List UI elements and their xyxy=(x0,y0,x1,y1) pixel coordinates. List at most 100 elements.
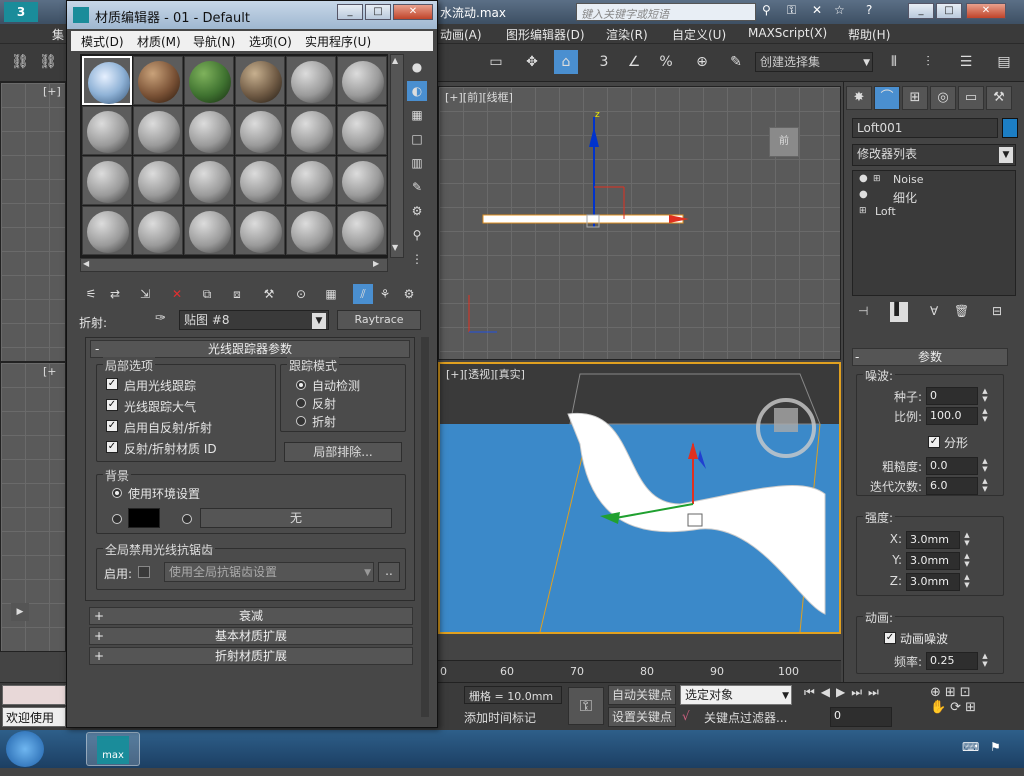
sample-slot[interactable] xyxy=(235,106,285,155)
map-bg-radio[interactable] xyxy=(182,514,192,524)
scale-spin-arrows[interactable]: ▲ ▼ xyxy=(980,407,990,425)
search-input[interactable]: 键入关键字或短语 xyxy=(576,3,756,21)
iterations-spinner[interactable]: 6.0 xyxy=(926,477,978,495)
sample-slot[interactable] xyxy=(82,56,132,105)
modifier-list-dropdown[interactable]: 修改器列表 ▼ xyxy=(852,144,1016,166)
sample-slot[interactable] xyxy=(133,106,183,155)
scroll-down-icon[interactable]: ▼ xyxy=(392,243,398,252)
modify-tab-icon[interactable]: ⌒ xyxy=(874,86,900,110)
named-selection-dropdown[interactable]: 创建选择集 ▼ xyxy=(755,52,873,72)
mated-menu-options[interactable]: 选项(O) xyxy=(249,33,292,50)
frequency-spin-arrows[interactable]: ▲ ▼ xyxy=(980,652,990,670)
play-icon[interactable]: ▶ xyxy=(11,603,29,621)
pin-stack-icon[interactable]: ⊣ xyxy=(858,304,868,318)
background-color-swatch[interactable] xyxy=(128,508,160,528)
x-spinner[interactable]: 3.0mm xyxy=(906,531,960,549)
stack-item-loft[interactable]: ⊞ Loft xyxy=(857,205,1013,221)
params-rollout-header[interactable]: - 参数 xyxy=(852,348,1008,366)
expand-icon[interactable]: ⊞ xyxy=(873,174,881,184)
basic-ext-rollout-header[interactable]: + 基本材质扩展 xyxy=(89,627,413,645)
z-spinner[interactable]: 3.0mm xyxy=(906,573,960,591)
mated-maximize-button[interactable]: □ xyxy=(365,4,391,20)
app-logo-icon[interactable]: 3 xyxy=(4,2,38,22)
object-name-field[interactable]: Loft001 xyxy=(852,118,998,138)
use-env-radio[interactable] xyxy=(112,488,122,498)
sample-slot[interactable] xyxy=(184,56,234,105)
background-map-button[interactable]: 无 xyxy=(200,508,392,528)
frequency-spinner[interactable]: 0.25 xyxy=(926,652,978,670)
eyedropper-icon[interactable]: ✑ xyxy=(155,311,166,326)
sample-slot[interactable] xyxy=(235,56,285,105)
scroll-left-icon[interactable]: ◀ xyxy=(83,259,89,268)
viewcube[interactable]: 前 xyxy=(769,127,799,157)
video-color-check-icon[interactable]: ▥ xyxy=(407,153,427,173)
main-restore-button[interactable]: □ xyxy=(936,3,962,19)
menu-maxscript[interactable]: MAXScript(X) xyxy=(748,26,827,40)
tray-flag-icon[interactable]: ⚑ xyxy=(990,740,1001,754)
remove-modifier-icon[interactable]: 🗑 xyxy=(954,304,969,318)
maxscript-listener[interactable] xyxy=(2,685,66,705)
go-to-parent-icon[interactable]: ⚘ xyxy=(375,284,395,304)
roughness-spin-arrows[interactable]: ▲ ▼ xyxy=(980,457,990,475)
fractal-checkbox[interactable]: ✓ xyxy=(928,436,940,448)
sample-slot[interactable] xyxy=(133,56,183,105)
make-unique-icon[interactable]: ⧈ xyxy=(227,284,247,304)
snap-toggle-icon[interactable]: 3 xyxy=(592,50,616,74)
sample-slot[interactable] xyxy=(133,206,183,255)
sample-slot[interactable] xyxy=(184,156,234,205)
current-frame-spinner[interactable]: 0 xyxy=(830,707,892,727)
put-to-scene-icon[interactable]: ⇄ xyxy=(105,284,125,304)
material-editor-titlebar[interactable]: 材质编辑器 - 01 - Default _ □ ✕ xyxy=(67,1,437,29)
enable-aa-checkbox[interactable] xyxy=(138,566,150,578)
trace-refract-radio[interactable] xyxy=(296,416,306,426)
menu-graph-editors[interactable]: 图形编辑器(D) xyxy=(506,26,585,43)
main-close-button[interactable]: ✕ xyxy=(966,3,1006,19)
make-copy-icon[interactable]: ⧉ xyxy=(197,284,217,304)
stack-item-tessellate[interactable]: ● 细化 xyxy=(857,189,1013,205)
start-button-icon[interactable] xyxy=(6,731,44,767)
hierarchy-tab-icon[interactable]: ⊞ xyxy=(902,86,928,110)
sample-slot[interactable] xyxy=(337,56,387,105)
mated-menu-utilities[interactable]: 实用程序(U) xyxy=(305,33,371,50)
sample-slot[interactable] xyxy=(184,206,234,255)
go-forward-sibling-icon[interactable]: ⚙ xyxy=(399,284,419,304)
menu-rendering[interactable]: 渲染(R) xyxy=(606,26,648,43)
mated-menu-navigation[interactable]: 导航(N) xyxy=(193,33,235,50)
sample-slot[interactable] xyxy=(184,106,234,155)
sample-slot[interactable] xyxy=(235,206,285,255)
y-spinner[interactable]: 3.0mm xyxy=(906,552,960,570)
mtl-id-checkbox[interactable]: ✓ xyxy=(106,441,118,453)
show-end-result-icon[interactable]: ▌ xyxy=(890,302,908,322)
color-bg-radio[interactable] xyxy=(112,514,122,524)
select-by-name-icon[interactable]: ▭ xyxy=(484,50,508,74)
collapse-icon[interactable]: - xyxy=(855,349,859,365)
key-icon[interactable]: ⚿ xyxy=(568,687,604,725)
sample-slot[interactable] xyxy=(286,106,336,155)
scroll-up-icon[interactable]: ▲ xyxy=(392,56,398,65)
utilities-tab-icon[interactable]: ⚒ xyxy=(986,86,1012,110)
key-mode-dropdown[interactable]: 选定对象 ▼ xyxy=(680,685,792,705)
slots-vscroll[interactable]: ▲ ▼ xyxy=(390,54,404,258)
show-map-in-viewport-icon[interactable]: ▦ xyxy=(321,284,341,304)
configure-sets-icon[interactable]: ⊟ xyxy=(992,304,1002,318)
scale-spinner[interactable]: 100.0 xyxy=(926,407,978,425)
animate-noise-checkbox[interactable]: ✓ xyxy=(884,632,896,644)
sample-slot[interactable] xyxy=(286,206,336,255)
aa-setting-dropdown[interactable]: 使用全局抗锯齿设置 ▼ xyxy=(164,562,374,582)
collapse-icon[interactable]: - xyxy=(95,341,99,357)
make-preview-icon[interactable]: ✎ xyxy=(407,177,427,197)
seed-spinner[interactable]: 0 xyxy=(926,387,978,405)
sample-slot[interactable] xyxy=(337,106,387,155)
y-spin-arrows[interactable]: ▲ ▼ xyxy=(962,552,972,570)
local-exclude-button[interactable]: 局部排除... xyxy=(284,442,402,462)
put-to-library-icon[interactable]: ⚒ xyxy=(259,284,279,304)
sample-slot[interactable] xyxy=(133,156,183,205)
background-checker-icon[interactable]: ▦ xyxy=(407,105,427,125)
x-spin-arrows[interactable]: ▲ ▼ xyxy=(962,531,972,549)
sample-slot[interactable] xyxy=(82,206,132,255)
mated-close-button[interactable]: ✕ xyxy=(393,4,433,20)
set-key-button[interactable]: 设置关键点 xyxy=(608,707,676,727)
menu-customize[interactable]: 自定义(U) xyxy=(672,26,726,43)
raytrace-atmospherics-checkbox[interactable]: ✓ xyxy=(106,399,118,411)
options-icon[interactable]: ⚙ xyxy=(407,201,427,221)
